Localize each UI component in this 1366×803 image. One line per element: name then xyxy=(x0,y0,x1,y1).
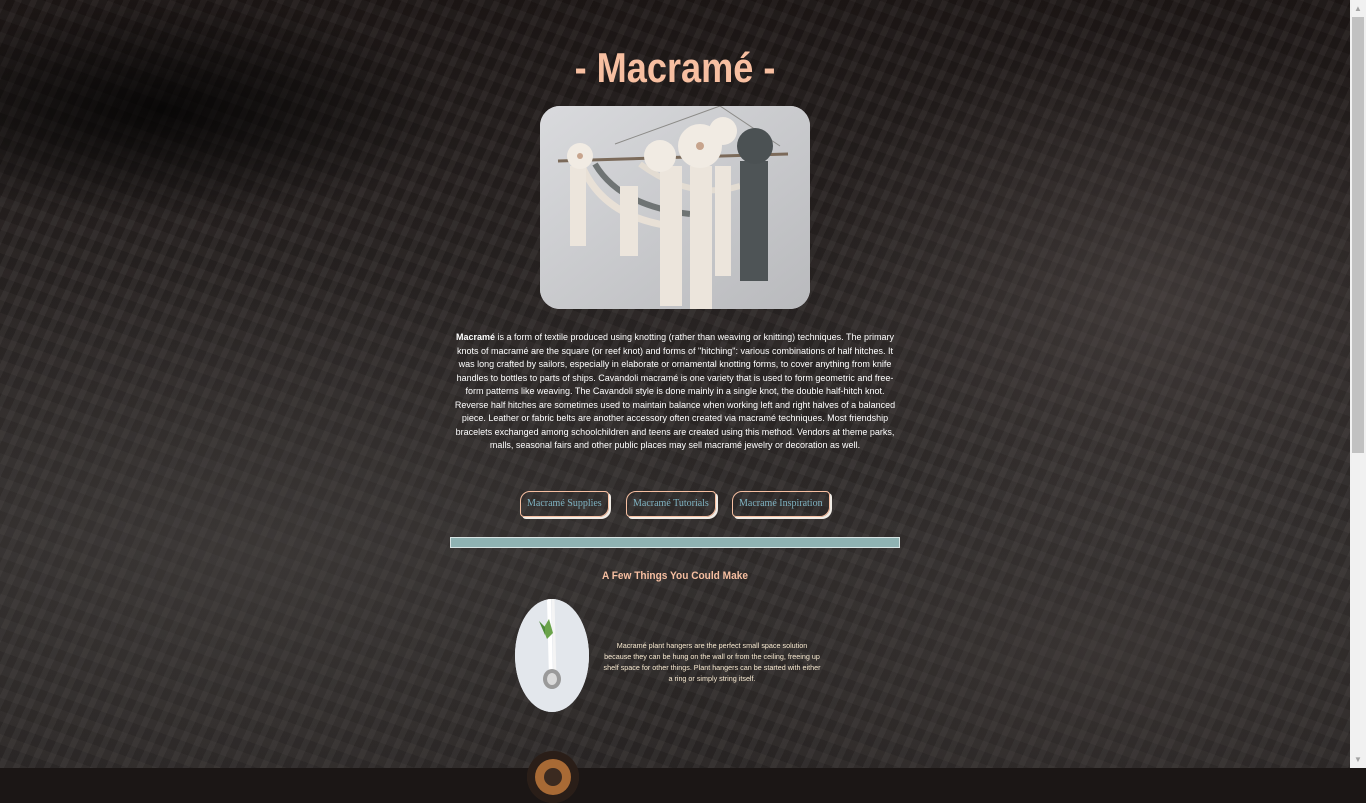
nav-macrame-tutorials[interactable]: Macramé Tutorials xyxy=(626,491,716,517)
next-item-image xyxy=(527,751,579,803)
intro-paragraph: Macramé is a form of textile produced us… xyxy=(452,331,898,453)
scroll-down-arrow-icon[interactable]: ▼ xyxy=(1350,751,1366,768)
scrollbar-thumb[interactable] xyxy=(1352,17,1364,453)
section-divider xyxy=(450,537,900,548)
page-title: - Macramé - xyxy=(574,44,776,91)
page: - Macramé - Macramé is a form of textile… xyxy=(0,0,1350,803)
intro-text: is a form of textile produced using knot… xyxy=(454,332,896,450)
vertical-scrollbar[interactable]: ▲ ▼ xyxy=(1350,0,1366,768)
intro-bold-term: Macramé xyxy=(455,332,495,342)
plant-hanger-description: Macramé plant hangers are the perfect sm… xyxy=(603,641,821,683)
hero-macrame-wall-hanging-image xyxy=(540,106,810,309)
scroll-up-arrow-icon[interactable]: ▲ xyxy=(1350,0,1366,17)
plant-hanger-image xyxy=(515,599,589,712)
nav-macrame-inspiration[interactable]: Macramé Inspiration xyxy=(732,491,830,517)
things-heading: A Few Things You Could Make xyxy=(601,570,748,582)
nav-macrame-supplies[interactable]: Macramé Supplies xyxy=(520,491,609,517)
